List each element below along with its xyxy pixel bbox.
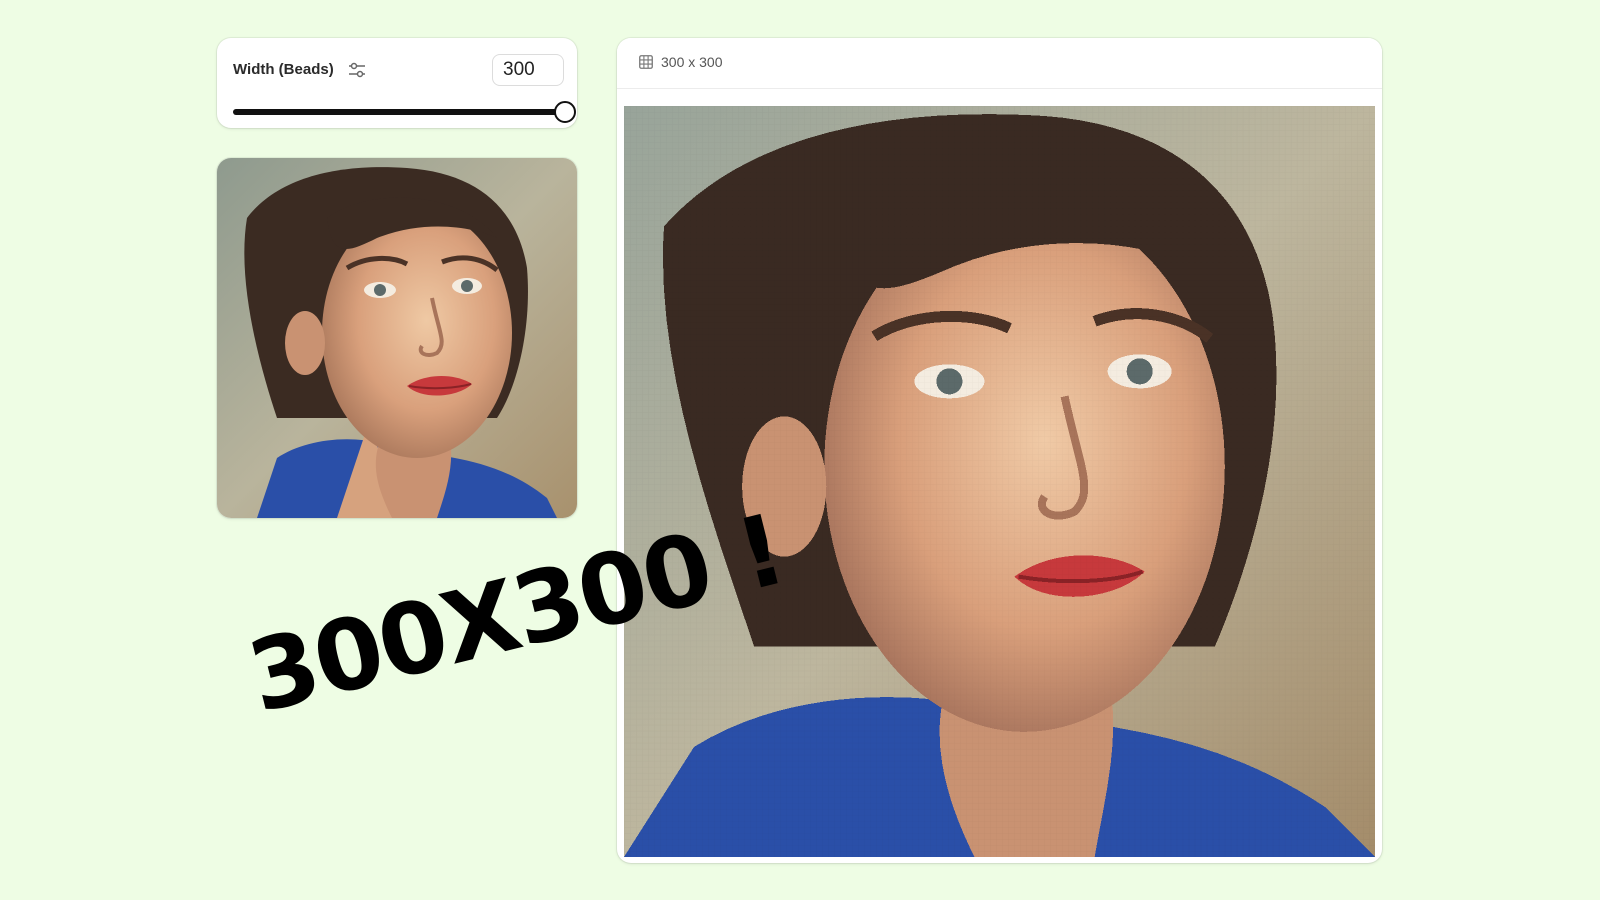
width-input[interactable] — [492, 54, 564, 86]
slider-thumb[interactable] — [554, 101, 576, 123]
grid-size-label: 300 x 300 — [661, 54, 723, 70]
width-control-card: Width (Beads) — [217, 38, 577, 128]
pixelated-portrait-image — [624, 106, 1375, 857]
original-portrait-image — [217, 158, 577, 518]
preview-header: 300 x 300 — [617, 38, 1382, 89]
bead-preview-panel: 300 x 300 — [617, 38, 1382, 863]
width-label: Width (Beads) — [233, 61, 334, 78]
slider-fill — [233, 109, 563, 115]
grid-icon — [639, 55, 653, 69]
bead-pattern-canvas — [624, 106, 1375, 857]
sliders-icon[interactable] — [347, 60, 367, 80]
width-slider[interactable] — [233, 100, 576, 124]
original-image-card — [217, 158, 577, 518]
